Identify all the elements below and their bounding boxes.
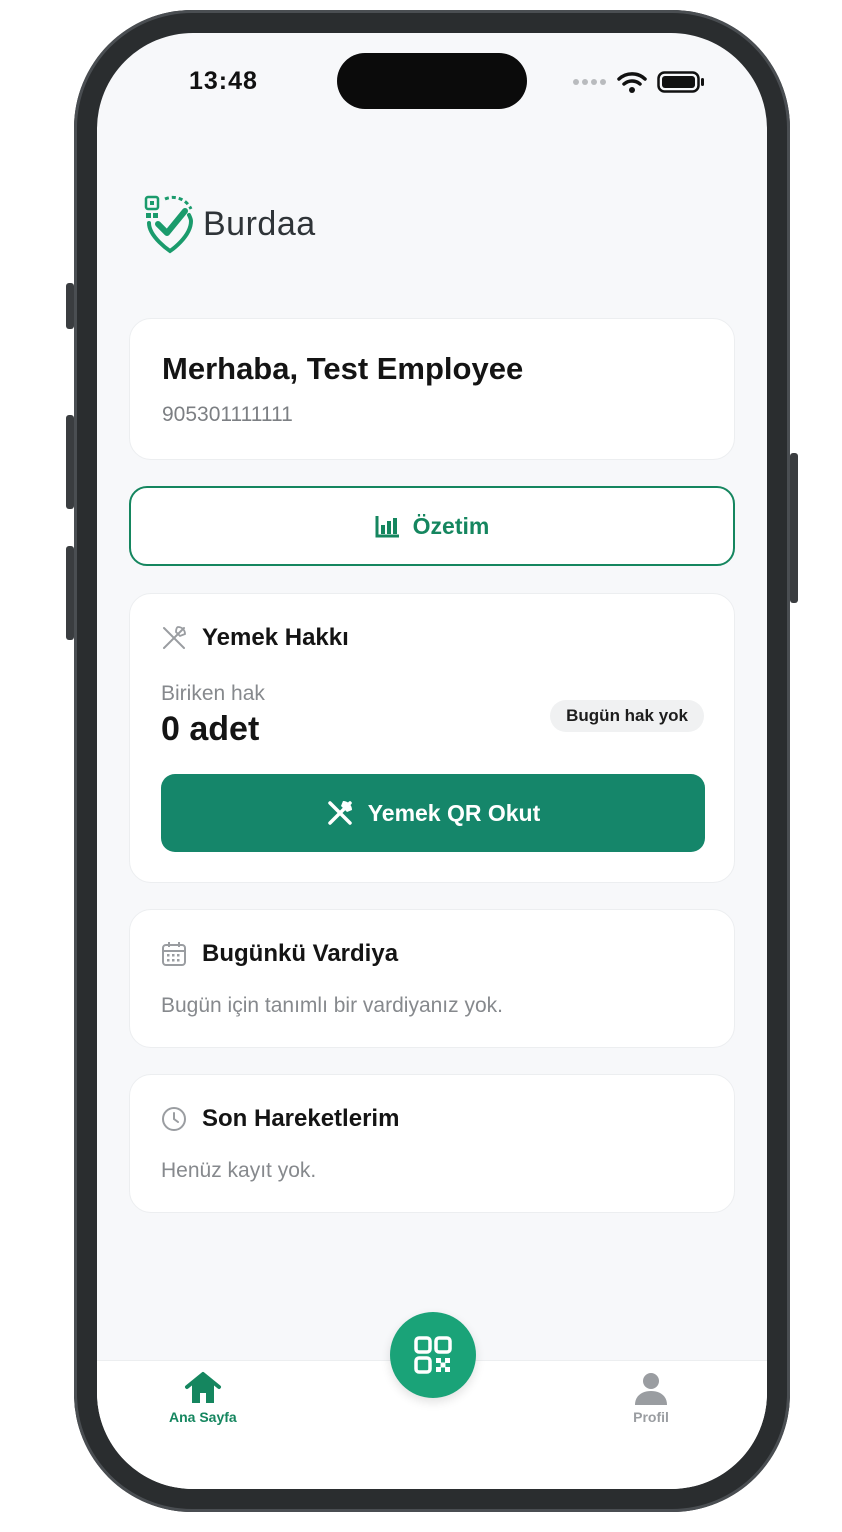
activity-card-title: Son Hareketlerim: [202, 1105, 400, 1132]
status-time: 13:48: [189, 67, 258, 95]
status-badge: Bugün hak yok: [550, 700, 704, 732]
accrued-value: 0 adet: [161, 710, 260, 748]
tab-home-label: Ana Sayfa: [169, 1409, 237, 1425]
tab-profile[interactable]: Profil: [633, 1371, 669, 1425]
utensils-icon: [163, 626, 186, 649]
calendar-icon: [162, 942, 186, 966]
tab-profile-label: Profil: [633, 1409, 669, 1425]
battery-icon: [657, 71, 704, 93]
tab-home[interactable]: Ana Sayfa: [169, 1371, 237, 1425]
meal-card: Yemek Hakkı Biriken hak 0 adet Bugün hak…: [129, 593, 735, 883]
location-check-logo-icon: [144, 195, 194, 254]
activity-message: Henüz kayıt yok.: [161, 1159, 317, 1182]
greeting-title: Merhaba, Test Employee: [162, 351, 524, 386]
meal-qr-scan-label: Yemek QR Okut: [367, 799, 541, 826]
shift-message: Bugün için tanımlı bir vardiyanız yok.: [161, 994, 503, 1017]
brand-name: Burdaa: [203, 204, 316, 243]
clock-icon: [162, 1107, 186, 1131]
activity-card: Son Hareketlerim Henüz kayıt yok.: [129, 1074, 735, 1213]
greeting-card: Merhaba, Test Employee 905301111111: [129, 318, 735, 460]
meal-card-title: Yemek Hakkı: [202, 624, 349, 651]
phone-number: 905301111111: [162, 403, 293, 426]
utensils-icon: [327, 801, 352, 825]
meal-qr-scan-button[interactable]: Yemek QR Okut: [161, 774, 705, 852]
status-icons: [573, 71, 705, 93]
home-icon: [184, 1372, 221, 1403]
shift-card-title: Bugünkü Vardiya: [202, 940, 399, 967]
dynamic-island: [337, 53, 527, 109]
user-icon: [635, 1373, 667, 1405]
brand-logo: Burdaa: [143, 193, 316, 255]
shift-card-header: Bugünkü Vardiya: [160, 940, 398, 968]
summary-button[interactable]: Özetim: [129, 486, 735, 566]
bar-chart-icon: [375, 516, 399, 538]
volume-up-button: [66, 415, 74, 509]
wifi-icon: [617, 72, 647, 93]
power-button: [790, 453, 798, 603]
accrued-label: Biriken hak: [161, 682, 265, 705]
qr-scan-fab[interactable]: [390, 1312, 476, 1398]
phone-screen: 13:48 Burdaa Merhaba, Test Employee 9053…: [97, 33, 767, 1489]
shift-card: Bugünkü Vardiya Bugün için tanımlı bir v…: [129, 909, 735, 1048]
qr-code-icon: [414, 1336, 452, 1374]
signal-dots-icon: [573, 79, 606, 85]
meal-card-header: Yemek Hakkı: [160, 624, 349, 652]
volume-down-button: [66, 546, 74, 640]
summary-button-label: Özetim: [412, 512, 490, 539]
activity-card-header: Son Hareketlerim: [160, 1105, 399, 1133]
mute-switch: [66, 283, 74, 329]
